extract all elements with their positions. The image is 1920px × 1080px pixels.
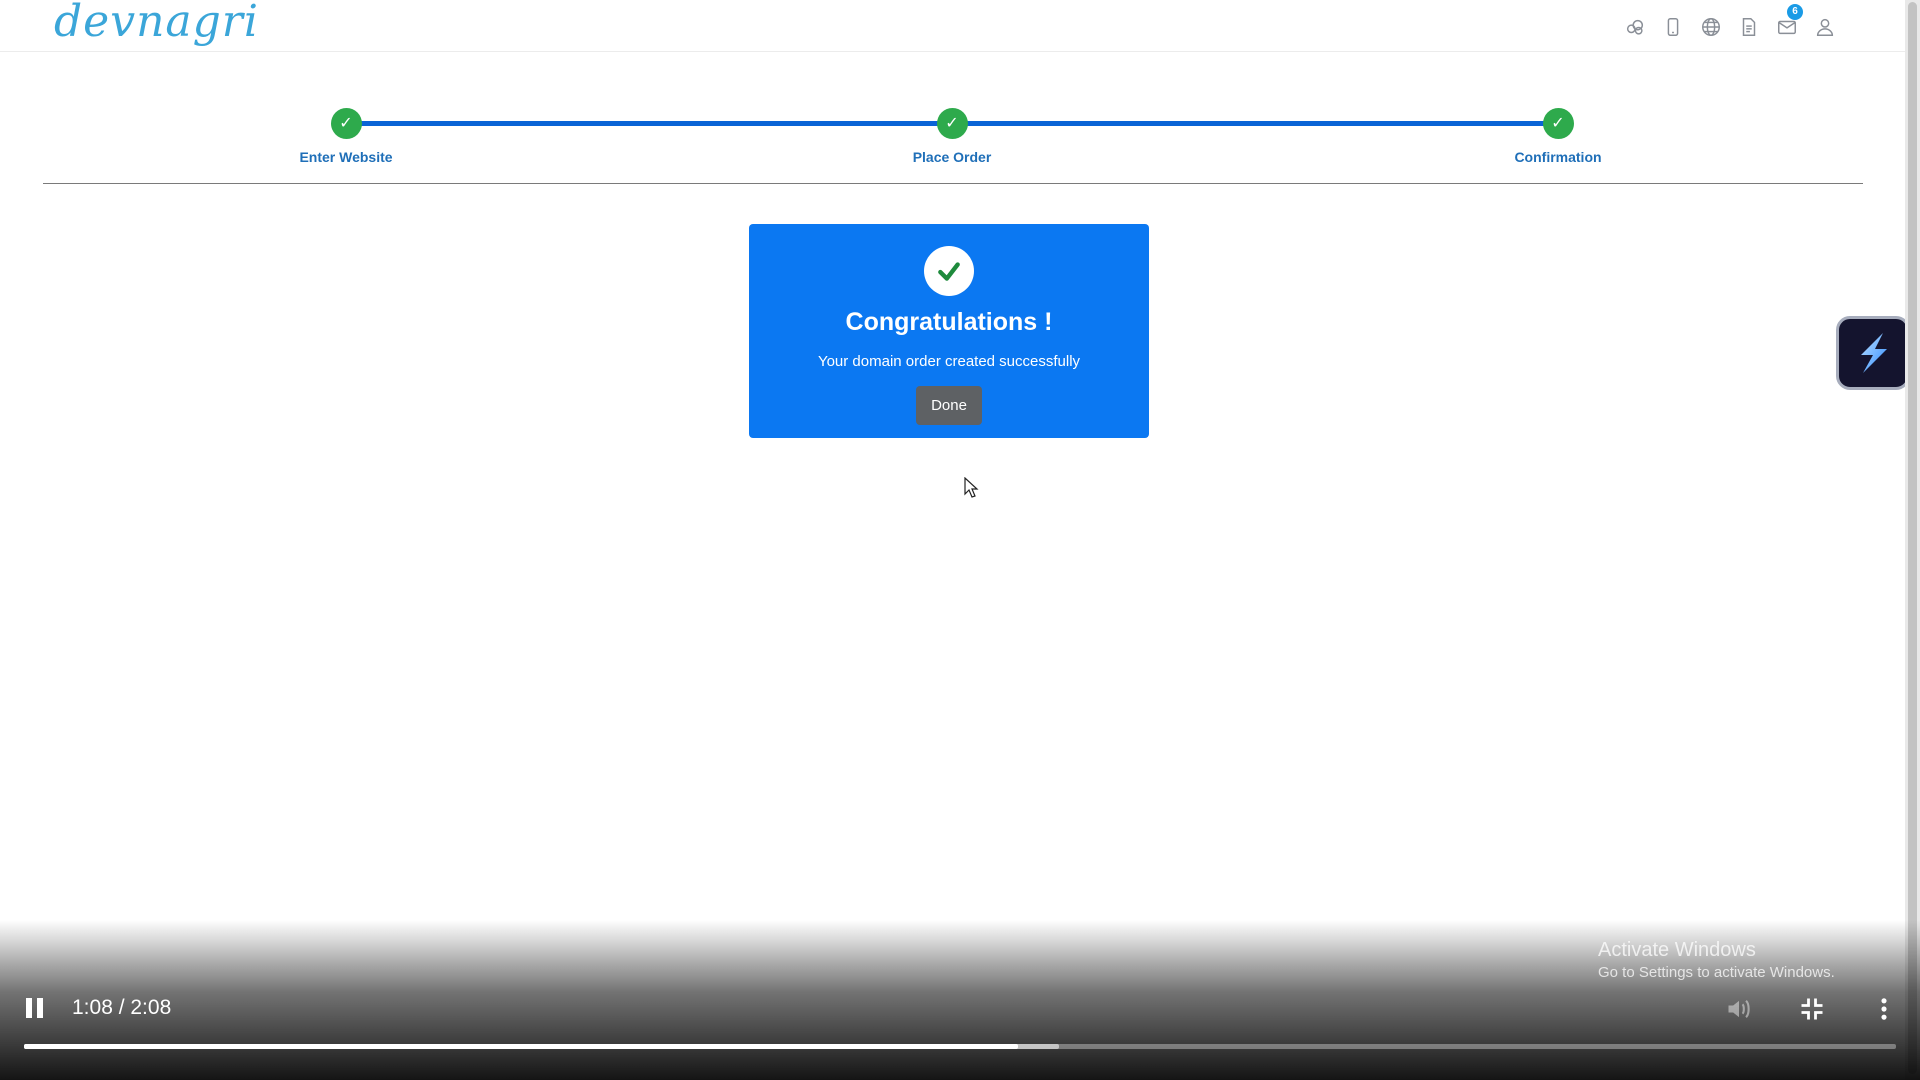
success-check-icon xyxy=(924,246,974,296)
step-check-icon: ✓ xyxy=(1542,108,1574,139)
step-confirmation: ✓ Confirmation xyxy=(1458,108,1658,165)
vertical-dots-icon xyxy=(1881,998,1887,1020)
watermark-title: Activate Windows xyxy=(1598,939,1756,961)
video-played-bar xyxy=(24,1044,1019,1049)
video-time: 1:08 / 2:08 xyxy=(72,996,172,1019)
step-label: Place Order xyxy=(912,149,992,165)
speaker-icon xyxy=(1728,1000,1750,1018)
step-label: Enter Website xyxy=(299,149,393,165)
cloud-icon[interactable] xyxy=(1623,14,1647,40)
order-progress-stepper: ✓ Enter Website ✓ Place Order ✓ Confirma… xyxy=(43,100,1863,184)
top-header: devnagri 6 xyxy=(0,0,1905,52)
success-message: Your domain order created successfully xyxy=(817,353,1081,370)
order-success-card: Congratulations ! Your domain order crea… xyxy=(749,224,1149,438)
globe-icon[interactable] xyxy=(1699,14,1723,40)
video-progress-bar[interactable] xyxy=(24,1044,1896,1049)
lightning-icon xyxy=(1861,333,1887,373)
mobile-icon[interactable] xyxy=(1661,14,1685,40)
windows-activation-watermark: Activate Windows Go to Settings to activ… xyxy=(1598,937,1835,983)
floating-lightning-widget[interactable] xyxy=(1836,316,1910,390)
header-icon-bar: 6 xyxy=(1623,4,1837,40)
step-label: Confirmation xyxy=(1514,149,1602,165)
more-options-button[interactable] xyxy=(1868,993,1900,1025)
done-button[interactable]: Done xyxy=(916,386,982,425)
success-title: Congratulations ! xyxy=(845,308,1053,336)
page-scrollbar[interactable] xyxy=(1905,0,1920,1080)
step-check-icon: ✓ xyxy=(330,108,362,139)
step-place-order: ✓ Place Order xyxy=(852,108,1052,165)
volume-button[interactable] xyxy=(1723,993,1755,1025)
step-check-icon: ✓ xyxy=(936,108,968,139)
mail-count-badge: 6 xyxy=(1787,4,1803,20)
mail-icon[interactable]: 6 xyxy=(1775,4,1803,40)
exit-fullscreen-button[interactable] xyxy=(1796,993,1828,1025)
mouse-cursor-icon xyxy=(964,477,979,498)
watermark-subtitle: Go to Settings to activate Windows. xyxy=(1598,964,1835,981)
document-icon[interactable] xyxy=(1737,14,1761,40)
exit-fullscreen-icon xyxy=(1801,998,1823,1020)
pause-icon-bar xyxy=(37,998,43,1018)
devnagri-logo[interactable]: devnagri xyxy=(54,0,259,50)
pause-button[interactable] xyxy=(26,998,46,1020)
page-viewport: devnagri 6 ✓ Enter Website ✓ Place Order… xyxy=(0,0,1910,1080)
user-icon[interactable] xyxy=(1813,14,1837,40)
scrollbar-thumb[interactable] xyxy=(1908,2,1917,1074)
pause-icon-bar xyxy=(26,998,32,1018)
step-enter-website: ✓ Enter Website xyxy=(246,108,446,165)
